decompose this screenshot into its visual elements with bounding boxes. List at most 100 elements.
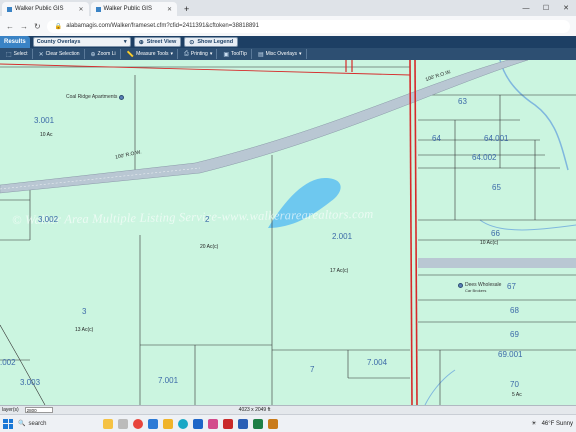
- tab-favicon-icon: [7, 6, 12, 12]
- printing-label: Printing: [190, 51, 208, 57]
- weather-icon[interactable]: ☀: [531, 420, 536, 427]
- parcel-id[interactable]: 63: [458, 97, 467, 106]
- tooltip-tool[interactable]: ▣ ToolTip: [219, 49, 252, 59]
- misc-overlays-label: Misc Overlays: [265, 51, 298, 57]
- lock-icon: 🔒: [54, 23, 63, 30]
- task-view-icon[interactable]: [118, 418, 128, 429]
- parcel-id[interactable]: 3.003: [20, 378, 40, 387]
- weather-text[interactable]: 46°F Sunny: [542, 421, 573, 427]
- store-icon[interactable]: [148, 418, 158, 429]
- url-input[interactable]: 🔒 alabamagis.com/Walker/frameset.cfm?cfi…: [46, 19, 570, 33]
- photos-icon[interactable]: [208, 418, 218, 429]
- edge-icon[interactable]: [178, 418, 188, 429]
- select-tool[interactable]: ⬚ Select: [2, 49, 33, 59]
- map-canvas[interactable]: © Walker Area Multiple Listing Service-w…: [0, 60, 576, 405]
- tab-close-icon[interactable]: ✕: [167, 6, 172, 13]
- highway-line: [0, 63, 411, 76]
- window-controls: — ☐ ✕: [516, 0, 576, 16]
- parcel-acres: 17 Ac(c): [330, 268, 349, 274]
- address-bar: ← → ↻ 🔒 alabamagis.com/Walker/frameset.c…: [0, 16, 576, 36]
- layer-select[interactable]: County Overlays ▾: [32, 37, 131, 47]
- creek: [499, 60, 569, 171]
- parcel-id[interactable]: 3: [82, 307, 86, 316]
- taskbar: 🔍 search ☀ 46°F Sunny: [0, 414, 576, 432]
- status-bar: layer(s) 2800 4023 x 2049 ft: [0, 405, 576, 414]
- reload-icon[interactable]: ↻: [34, 22, 41, 31]
- clear-selection-tool[interactable]: ✕ Clear Selection: [35, 49, 85, 59]
- word-icon[interactable]: [238, 418, 248, 429]
- parcel-acres: 5 Ac: [512, 392, 522, 398]
- tab-close-icon[interactable]: ✕: [78, 6, 83, 13]
- parcel-acres: 10 Ac: [40, 132, 53, 138]
- measure-label: Measure Tools: [136, 51, 169, 57]
- measure-tools[interactable]: 📏 Measure Tools ▾: [123, 49, 179, 59]
- parcel-id[interactable]: 67: [507, 282, 516, 291]
- street-view-label: Street View: [146, 39, 177, 45]
- parcel-id[interactable]: 7.004: [367, 358, 387, 367]
- map-extent: 4023 x 2049 ft: [238, 407, 271, 413]
- tooltip-icon: ▣: [223, 51, 229, 58]
- excel-icon[interactable]: [253, 418, 263, 429]
- parcel-id[interactable]: 7.001: [158, 376, 178, 385]
- chrome-icon[interactable]: [133, 418, 143, 429]
- parcel-id[interactable]: 69.001: [498, 350, 522, 359]
- printing-tool[interactable]: ⎙ Printing ▾: [180, 49, 218, 59]
- taskbar-search[interactable]: 🔍 search: [18, 418, 98, 430]
- parcel-id[interactable]: 70: [510, 380, 519, 389]
- parcel-id[interactable]: 66: [491, 229, 500, 238]
- poi-dees-wholesale[interactable]: Dees Wholesale Car Brokers: [458, 282, 501, 293]
- parcel-id[interactable]: 64.002: [472, 153, 496, 162]
- scale-input[interactable]: 2800: [24, 407, 53, 413]
- mail-icon[interactable]: [193, 418, 203, 429]
- highway-line: [409, 60, 413, 405]
- parcel-acres: 13 Ac(c): [75, 327, 94, 333]
- parcel-id[interactable]: 3.002: [38, 215, 58, 224]
- parcel-id[interactable]: 68: [510, 306, 519, 315]
- tab-title: Walker Public GIS: [15, 6, 64, 12]
- parcel-id[interactable]: 65: [492, 183, 501, 192]
- new-tab-button[interactable]: +: [179, 2, 194, 16]
- tab-title: Walker Public GIS: [103, 6, 152, 12]
- browser-tab[interactable]: Walker Public GIS ✕: [2, 2, 89, 16]
- misc-overlays-tool[interactable]: ▤ Misc Overlays ▾: [254, 49, 307, 59]
- parcel-id[interactable]: 2: [205, 215, 209, 224]
- forward-icon[interactable]: →: [20, 22, 28, 31]
- parcel-id[interactable]: 69: [510, 330, 519, 339]
- parcel-id[interactable]: 2.001: [332, 232, 352, 241]
- highway-line: [414, 60, 418, 405]
- location-pin-icon: [458, 282, 463, 288]
- minimize-icon[interactable]: —: [516, 5, 536, 12]
- parcel-id[interactable]: 3.001: [34, 116, 54, 125]
- street-view-button[interactable]: ⊕ Street View: [133, 37, 182, 47]
- system-tray: ☀ 46°F Sunny: [531, 420, 573, 428]
- close-window-icon[interactable]: ✕: [556, 4, 576, 12]
- print-icon: ⎙: [184, 50, 189, 57]
- street-view-icon: ⊕: [138, 39, 144, 46]
- app-icon[interactable]: [268, 418, 278, 429]
- poi-label: Coal Ridge Apartments: [66, 94, 118, 100]
- acrobat-icon[interactable]: [223, 418, 233, 429]
- clear-icon: ✕: [38, 51, 44, 58]
- widgets-icon[interactable]: [103, 418, 113, 429]
- parcel-acres: 20 Ac(c): [200, 244, 219, 250]
- parcel-id[interactable]: .002: [0, 358, 16, 367]
- windows-start-icon[interactable]: [3, 418, 13, 429]
- back-icon[interactable]: ←: [6, 22, 14, 31]
- parcel-id[interactable]: 64.001: [484, 134, 508, 143]
- legend-icon: ⊙: [189, 39, 195, 46]
- show-legend-button[interactable]: ⊙ Show Legend: [184, 37, 239, 47]
- poi-coal-ridge[interactable]: Coal Ridge Apartments: [66, 94, 125, 100]
- zoom-label: Zoom Li: [97, 51, 116, 57]
- poi-sublabel: Car Brokers: [465, 288, 487, 293]
- file-explorer-icon[interactable]: [163, 418, 173, 429]
- zoom-tool[interactable]: ⊕ Zoom Li: [87, 49, 121, 59]
- parcel-id[interactable]: 64: [432, 134, 441, 143]
- browser-tab[interactable]: Walker Public GIS ✕: [90, 2, 177, 16]
- select-label: Select: [13, 51, 28, 57]
- parcel-map-graphics: [0, 60, 576, 405]
- chevron-down-icon: ▾: [170, 51, 174, 57]
- results-tab[interactable]: Results: [0, 36, 30, 48]
- measure-icon: 📏: [126, 51, 135, 58]
- maximize-icon[interactable]: ☐: [536, 4, 556, 12]
- parcel-id[interactable]: 7: [310, 365, 314, 374]
